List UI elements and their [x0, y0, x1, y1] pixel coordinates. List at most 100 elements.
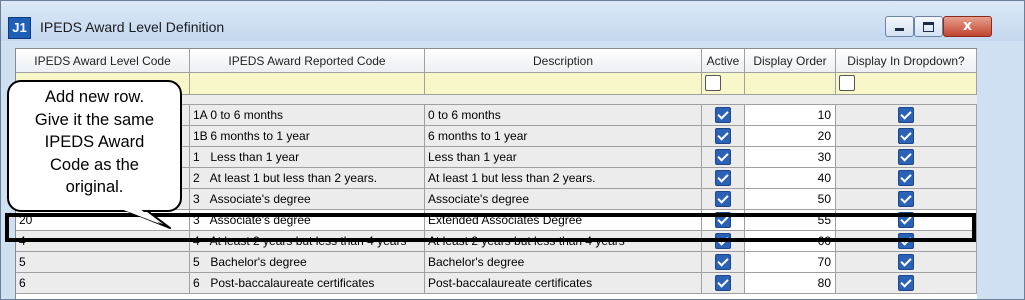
description-value: Bachelor's degree: [428, 255, 525, 269]
column-header-level-code[interactable]: IPEDS Award Level Code: [16, 49, 190, 73]
reported-code-text: Post-baccalaureate certificates: [210, 276, 375, 290]
description-cell[interactable]: Post-baccalaureate certificates: [425, 273, 702, 294]
filter-display-order-input[interactable]: [745, 73, 836, 95]
table-row[interactable]: 44 At least 2 years but less than 4 year…: [16, 231, 977, 252]
reported-code-value: 1B: [193, 129, 208, 143]
display-order-cell[interactable]: 20: [745, 126, 836, 147]
active-checkbox[interactable]: [715, 169, 731, 186]
display-order-cell[interactable]: 10: [745, 105, 836, 126]
dropdown-checkbox[interactable]: [898, 127, 914, 144]
description-cell[interactable]: 0 to 6 months: [425, 105, 702, 126]
reported-code-cell[interactable]: 1 Less than 1 year: [190, 147, 425, 168]
active-cell: [702, 168, 745, 189]
reported-code-text: Associate's degree: [209, 192, 311, 206]
display-order-value: 30: [817, 150, 831, 164]
active-checkbox[interactable]: [715, 148, 731, 165]
dropdown-checkbox[interactable]: [898, 106, 914, 123]
display-order-cell[interactable]: 30: [745, 147, 836, 168]
display-order-cell[interactable]: 40: [745, 168, 836, 189]
reported-code-text: At least 2 years but less than 4 years: [209, 234, 407, 248]
table-row[interactable]: 55 Bachelor's degree Bachelor's degree 70: [16, 252, 977, 273]
dropdown-checkbox[interactable]: [898, 211, 914, 228]
reported-code-cell[interactable]: 1A 0 to 6 months: [190, 105, 425, 126]
close-icon: x: [962, 18, 973, 34]
filter-reported-code-input[interactable]: [190, 73, 425, 95]
description-cell[interactable]: Extended Associates Degree: [425, 210, 702, 231]
level-code-value: 6: [19, 276, 26, 290]
reported-code-text: 0 to 6 months: [210, 108, 284, 122]
table-row[interactable]: 20 3 Associate's degree Extended Associate…: [16, 210, 977, 231]
level-code-cell[interactable]: 20: [16, 210, 190, 231]
active-cell: [702, 147, 745, 168]
minimize-button[interactable]: [885, 16, 914, 37]
active-checkbox[interactable]: [715, 190, 731, 207]
dropdown-checkbox[interactable]: [898, 232, 914, 249]
dropdown-checkbox[interactable]: [898, 169, 914, 186]
instruction-callout: Add new row. Give it the same IPEDS Awar…: [7, 80, 182, 212]
filter-active-checkbox[interactable]: [705, 74, 721, 91]
dropdown-checkbox[interactable]: [898, 148, 914, 165]
maximize-button[interactable]: [914, 16, 943, 37]
column-header-display-dropdown[interactable]: Display In Dropdown?: [836, 49, 977, 73]
close-button[interactable]: x: [943, 16, 992, 37]
dropdown-cell: [836, 210, 977, 231]
description-cell[interactable]: At least 2 years but less than 4 years: [425, 231, 702, 252]
active-checkbox[interactable]: [715, 274, 731, 291]
filter-dropdown-cell: [836, 73, 977, 95]
active-cell: [702, 126, 745, 147]
level-code-cell[interactable]: 5: [16, 252, 190, 273]
display-order-cell[interactable]: 70: [745, 252, 836, 273]
column-header-description[interactable]: Description: [425, 49, 702, 73]
description-value: 6 months to 1 year: [428, 129, 528, 143]
active-checkbox[interactable]: [715, 127, 731, 144]
column-header-display-order[interactable]: Display Order: [745, 49, 836, 73]
window-title: IPEDS Award Level Definition: [40, 19, 225, 35]
display-order-cell[interactable]: 50: [745, 189, 836, 210]
active-cell: [702, 210, 745, 231]
filter-description-input[interactable]: [425, 73, 702, 95]
display-order-value: 50: [817, 192, 831, 206]
callout-line: Code as the: [50, 155, 139, 174]
description-cell[interactable]: 6 months to 1 year: [425, 126, 702, 147]
reported-code-cell[interactable]: 5 Bachelor's degree: [190, 252, 425, 273]
reported-code-cell[interactable]: 2 At least 1 but less than 2 years.: [190, 168, 425, 189]
active-checkbox[interactable]: [715, 211, 731, 228]
level-code-cell[interactable]: 6: [16, 273, 190, 294]
dropdown-cell: [836, 252, 977, 273]
reported-code-cell[interactable]: 6 Post-baccalaureate certificates: [190, 273, 425, 294]
display-order-cell[interactable]: 60: [745, 231, 836, 252]
filter-dropdown-checkbox[interactable]: [839, 74, 855, 91]
column-header-reported-code[interactable]: IPEDS Award Reported Code: [190, 49, 425, 73]
dropdown-checkbox[interactable]: [898, 274, 914, 291]
dropdown-cell: [836, 168, 977, 189]
display-order-cell[interactable]: 55: [745, 210, 836, 231]
reported-code-value: 4: [193, 234, 200, 248]
reported-code-cell[interactable]: 3 Associate's degree: [190, 189, 425, 210]
reported-code-value: 1A: [193, 108, 208, 122]
reported-code-cell[interactable]: 4 At least 2 years but less than 4 years: [190, 231, 425, 252]
description-value: At least 1 but less than 2 years.: [428, 171, 596, 185]
active-checkbox[interactable]: [715, 232, 731, 249]
callout-line: Give it the same: [34, 110, 155, 129]
description-cell[interactable]: Less than 1 year: [425, 147, 702, 168]
table-row[interactable]: 66 Post-baccalaureate certificates Post-b…: [16, 273, 977, 294]
active-checkbox[interactable]: [715, 253, 731, 270]
description-cell[interactable]: At least 1 but less than 2 years.: [425, 168, 702, 189]
reported-code-text: Bachelor's degree: [210, 255, 307, 269]
description-cell[interactable]: Associate's degree: [425, 189, 702, 210]
reported-code-value: 6: [193, 276, 200, 290]
display-order-cell[interactable]: 80: [745, 273, 836, 294]
reported-code-cell[interactable]: 3 Associate's degree: [190, 210, 425, 231]
title-bar: J1 IPEDS Award Level Definition x: [1, 1, 1024, 41]
reported-code-text: At least 1 but less than 2 years.: [209, 171, 378, 185]
dropdown-checkbox[interactable]: [898, 190, 914, 207]
column-header-active[interactable]: Active: [702, 49, 745, 73]
display-order-value: 55: [817, 213, 831, 227]
description-cell[interactable]: Bachelor's degree: [425, 252, 702, 273]
active-checkbox[interactable]: [715, 106, 731, 123]
level-code-cell[interactable]: 4: [16, 231, 190, 252]
dropdown-checkbox[interactable]: [898, 253, 914, 270]
level-code-value: 20: [19, 213, 33, 227]
dropdown-cell: [836, 189, 977, 210]
reported-code-cell[interactable]: 1B 6 months to 1 year: [190, 126, 425, 147]
